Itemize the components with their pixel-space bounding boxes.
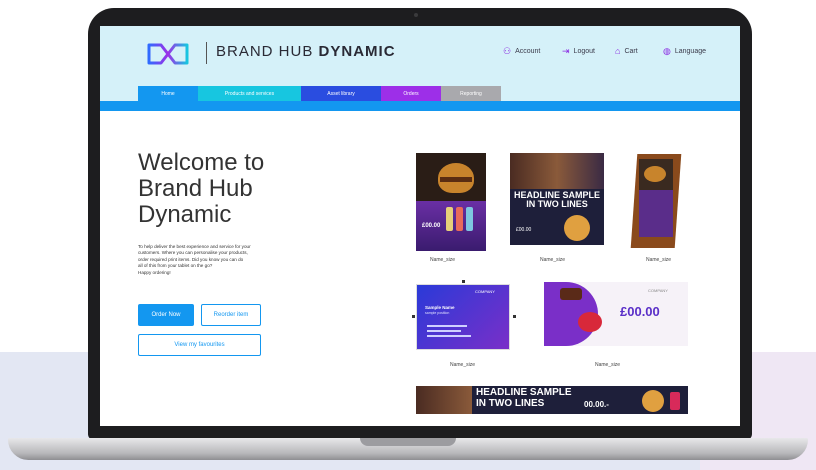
tab-underline-bar	[100, 101, 740, 111]
welcome-line-2: Brand Hub	[138, 175, 253, 202]
view-favourites-button[interactable]: View my favourites	[138, 334, 261, 356]
thumbnail-caption: Name_size	[430, 257, 456, 263]
tab-strip: Home Products and services Asset library…	[100, 83, 740, 101]
tab-home[interactable]: Home	[138, 86, 198, 101]
bottle-image	[456, 207, 463, 231]
a-board-thumbnail[interactable]	[630, 154, 688, 250]
flyer-headline-line-2: IN TWO LINES	[526, 199, 588, 210]
thumbnail-caption: Name_size	[595, 362, 621, 368]
tab-products[interactable]: Products and services	[198, 86, 301, 101]
account-label: Account	[515, 48, 541, 55]
flyer-headline: HEADLINE SAMPLE IN TWO LINES	[514, 190, 600, 210]
banner-headline-line-2: IN TWO LINES	[476, 397, 545, 409]
infinity-logo-icon[interactable]	[145, 41, 191, 67]
card-name: Sample Name	[425, 305, 455, 310]
banner-headline-line-1: HEADLINE SAMPLE	[476, 387, 572, 398]
business-card-thumbnail[interactable]: COMPANY Sample Name sample position	[416, 284, 510, 350]
intro-text: To help deliver the best experience and …	[138, 244, 303, 276]
thumbnail-caption: Name_size	[540, 257, 566, 263]
welcome-heading: Welcome to Brand Hub Dynamic	[138, 150, 348, 228]
resize-handle[interactable]	[412, 315, 415, 318]
card-company: COMPANY	[475, 289, 495, 294]
reorder-item-label: Reorder item	[213, 312, 249, 318]
cafe-leaflet-thumbnail[interactable]: £00.00 COMPANY	[544, 282, 688, 346]
flyer-price: £00.00	[516, 227, 532, 233]
banner-photo	[416, 386, 472, 414]
burger-image	[644, 166, 666, 182]
cart-icon: ⌂	[615, 46, 621, 56]
intro-line-5: Happy ordering!	[138, 269, 171, 275]
tab-reporting[interactable]: Reporting	[441, 86, 501, 101]
webcam	[414, 13, 418, 17]
web-banner-thumbnail[interactable]: HEADLINE SAMPLE IN TWO LINES 00.00.-	[416, 386, 688, 414]
banner-headline: HEADLINE SAMPLE IN TWO LINES	[476, 387, 576, 409]
account-link[interactable]: ⚇ Account	[503, 47, 540, 56]
cake-image	[560, 288, 582, 300]
pizza-image	[564, 215, 590, 241]
logout-link[interactable]: ⇥ Logout	[562, 47, 595, 56]
tab-orders-label: Orders	[403, 90, 419, 97]
tab-orders[interactable]: Orders	[381, 86, 441, 101]
cart-label: Cart	[624, 48, 638, 55]
user-icon: ⚇	[503, 46, 512, 56]
logout-label: Logout	[573, 48, 595, 55]
bottle-image	[466, 207, 473, 231]
card-detail-line	[427, 330, 461, 332]
banner-price: 00.00.-	[584, 400, 609, 409]
tab-products-label: Products and services	[224, 90, 275, 97]
reorder-item-button[interactable]: Reorder item	[201, 304, 261, 326]
card-detail-line	[427, 325, 467, 327]
leaflet-company: COMPANY	[648, 288, 668, 293]
screen: BRAND HUB DYNAMIC ⚇ Account ⇥ Logout ⌂ C…	[100, 26, 740, 426]
logout-icon: ⇥	[562, 46, 570, 56]
brand-title-light: BRAND HUB	[216, 43, 314, 60]
poster-price: £00.00	[422, 223, 441, 229]
brand-title: BRAND HUB DYNAMIC	[216, 43, 396, 60]
view-favourites-label: View my favourites	[174, 342, 225, 348]
leaflet-price: £00.00	[620, 304, 660, 319]
logo-divider	[206, 42, 207, 64]
language-link[interactable]: ◍ Language	[663, 47, 706, 56]
headline-flyer-thumbnail[interactable]: HEADLINE SAMPLE IN TWO LINES £00.00	[510, 153, 604, 245]
order-now-label: Order Now	[151, 312, 181, 318]
brand-title-bold: DYNAMIC	[318, 43, 396, 60]
coffee-cup-image	[578, 312, 602, 332]
resize-handle[interactable]	[462, 280, 465, 283]
welcome-line-3: Dynamic	[138, 201, 232, 228]
card-detail-line	[427, 335, 471, 337]
thumbnail-caption: Name_size	[646, 257, 672, 263]
people-photo	[510, 153, 604, 189]
soda-can-image	[670, 392, 680, 410]
laptop-notch	[360, 438, 456, 446]
thumbnail-caption: Name_size	[450, 362, 476, 368]
cart-link[interactable]: ⌂ Cart	[615, 47, 638, 56]
burger-poster-thumbnail[interactable]: £00.00	[416, 153, 486, 251]
tab-asset-library[interactable]: Asset library	[301, 86, 381, 101]
globe-icon: ◍	[663, 46, 671, 56]
order-now-button[interactable]: Order Now	[138, 304, 194, 326]
language-label: Language	[674, 48, 707, 55]
app-header: BRAND HUB DYNAMIC ⚇ Account ⇥ Logout ⌂ C…	[100, 26, 740, 83]
tab-home-label: Home	[161, 90, 175, 97]
resize-handle[interactable]	[513, 315, 516, 318]
burger-patty	[440, 177, 472, 182]
tab-asset-library-label: Asset library	[327, 90, 355, 97]
welcome-line-1: Welcome to	[138, 149, 265, 176]
pizza-image	[642, 390, 664, 412]
tab-reporting-label: Reporting	[460, 90, 482, 97]
card-position: sample position	[425, 311, 450, 315]
bottle-image	[446, 207, 453, 231]
